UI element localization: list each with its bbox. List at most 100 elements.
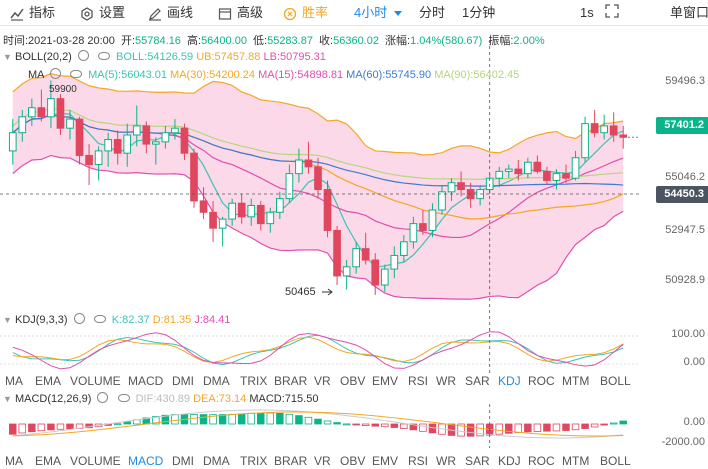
indicator-tab-ema[interactable]: EMA xyxy=(35,374,61,388)
indicator-tab-rsi[interactable]: RSI xyxy=(408,374,428,388)
settings-button[interactable]: 设置 xyxy=(80,4,125,22)
ma5-value: MA(5):56043.01 xyxy=(88,69,167,81)
indicator-tab-brar[interactable]: BRAR xyxy=(274,374,307,388)
candle-body xyxy=(409,223,418,243)
indicator-tab-vr[interactable]: VR xyxy=(314,374,331,388)
indicator-tab-dma[interactable]: DMA xyxy=(203,454,230,468)
indicators-button[interactable]: 指标 xyxy=(10,4,55,22)
candle-body xyxy=(371,259,380,286)
kdj-k: K:82.37 xyxy=(111,314,150,326)
advanced-button[interactable]: 高级 xyxy=(218,4,263,22)
indicator-tab-obv[interactable]: OBV xyxy=(340,374,365,388)
candle-body xyxy=(85,154,93,166)
indicator-tab-emv[interactable]: EMV xyxy=(372,454,398,468)
indicator-tab-rsi[interactable]: RSI xyxy=(408,454,428,468)
candle-body xyxy=(419,223,427,231)
ma-settings-icon[interactable] xyxy=(49,68,61,79)
indicator-tab-sar[interactable]: SAR xyxy=(465,454,490,468)
collapse-icon[interactable]: ▼ xyxy=(3,315,12,325)
indicator-tab-roc[interactable]: ROC xyxy=(528,454,555,468)
indicator-tab-trix[interactable]: TRIX xyxy=(240,454,267,468)
candle-body xyxy=(104,139,112,152)
indicator-tab-ma[interactable]: MA xyxy=(5,374,23,388)
indicators-label: 指标 xyxy=(29,5,56,20)
indicator-tab-boll[interactable]: BOLL xyxy=(600,454,631,468)
macd-histogram-bar xyxy=(228,413,236,425)
low-annotation: 50465 xyxy=(285,286,316,298)
winrate-label: 胜率 xyxy=(302,5,329,20)
indicator-tab-macd[interactable]: MACD xyxy=(128,374,163,388)
kdj-settings-icon[interactable] xyxy=(73,313,85,324)
indicator-tab-ma[interactable]: MA xyxy=(5,454,23,468)
boll-name: BOLL(20,2) xyxy=(14,51,72,63)
indicator-tab-roc[interactable]: ROC xyxy=(528,374,555,388)
macd-chart[interactable] xyxy=(0,404,708,448)
macd-histogram-bar xyxy=(247,412,255,425)
candle-body xyxy=(295,159,303,175)
candle-body xyxy=(457,182,465,191)
winrate-icon xyxy=(283,7,297,20)
expand-icon[interactable] xyxy=(605,4,619,22)
candle-body xyxy=(180,127,189,154)
indicator-tab-brar[interactable]: BRAR xyxy=(274,454,307,468)
indicator-tab-volume[interactable]: VOLUME xyxy=(70,454,121,468)
indicator-tab-emv[interactable]: EMV xyxy=(372,374,398,388)
indicator-tab-macd[interactable]: MACD xyxy=(128,454,163,468)
indicator-tab-kdj[interactable]: KDJ xyxy=(498,454,521,468)
candle-body xyxy=(533,161,542,172)
candle-body xyxy=(199,200,208,213)
indicator-tab-vr[interactable]: VR xyxy=(314,454,331,468)
candle-body xyxy=(56,98,65,129)
macd-visibility-icon[interactable] xyxy=(117,394,130,402)
indicator-tab-dma[interactable]: DMA xyxy=(203,374,230,388)
draw-button[interactable]: 画线 xyxy=(148,4,193,22)
macd-settings-icon[interactable] xyxy=(97,392,109,403)
indicator-tab-kdj[interactable]: KDJ xyxy=(498,374,521,388)
indicator-tab-sar[interactable]: SAR xyxy=(465,374,490,388)
indicator-tab-ema[interactable]: EMA xyxy=(35,454,61,468)
kdj-visibility-icon[interactable] xyxy=(93,315,106,323)
indicator-tab-wr[interactable]: WR xyxy=(436,454,456,468)
candle-body xyxy=(514,168,523,175)
candle-body xyxy=(66,118,74,129)
candle-body xyxy=(552,173,561,181)
indicator-tab-wr[interactable]: WR xyxy=(436,374,456,388)
winrate-button[interactable]: 胜率 xyxy=(283,4,328,22)
macd-histogram-bar xyxy=(276,412,284,425)
candle-body xyxy=(352,248,360,268)
indicator-tab-obv[interactable]: OBV xyxy=(340,454,365,468)
indicator-tab-volume[interactable]: VOLUME xyxy=(70,374,121,388)
indicator-tab-trix[interactable]: TRIX xyxy=(240,374,267,388)
kdj-chart[interactable] xyxy=(0,328,708,374)
macd-histogram-bar xyxy=(533,423,542,432)
candle-body xyxy=(571,157,580,179)
boll-visibility-icon[interactable] xyxy=(97,52,110,60)
indicator-tabs-2: MA EMA VOLUME MACD DMI DMA TRIX BRAR VR OBV EMV RSI… xyxy=(0,452,640,469)
collapse-icon[interactable]: ▼ xyxy=(3,52,12,62)
candle-body xyxy=(333,229,341,277)
draw-label: 画线 xyxy=(167,5,194,20)
one-second-button[interactable]: 1s xyxy=(580,4,594,22)
indicator-tab-dmi[interactable]: DMI xyxy=(172,454,194,468)
indicator-tab-mtm[interactable]: MTM xyxy=(562,374,589,388)
interval-dropdown[interactable]: 4小时 xyxy=(354,4,402,22)
ma-visibility-icon[interactable] xyxy=(70,70,83,78)
candle-body xyxy=(209,211,217,229)
candle-body xyxy=(132,125,141,136)
macd-histogram-bar xyxy=(199,414,208,425)
kdj-axis-label: 0.00 xyxy=(683,356,705,368)
minute-line-button[interactable]: 分时 xyxy=(419,4,445,22)
single-window-button[interactable]: 单窗口 xyxy=(670,4,708,22)
indicator-tabs: MA EMA VOLUME MACD DMI DMA TRIX BRAR VR OBV EMV RSI… xyxy=(0,372,640,390)
boll-settings-icon[interactable] xyxy=(77,50,89,61)
indicator-tab-dmi[interactable]: DMI xyxy=(172,374,194,388)
candle-body xyxy=(600,125,608,134)
indicator-tab-boll[interactable]: BOLL xyxy=(600,374,631,388)
candle-body xyxy=(390,254,399,270)
one-minute-button[interactable]: 1分钟 xyxy=(462,4,495,22)
collapse-icon[interactable]: ▼ xyxy=(3,394,12,404)
candlestick-chart[interactable] xyxy=(0,40,708,340)
candle-body xyxy=(28,107,36,118)
indicator-tab-mtm[interactable]: MTM xyxy=(562,454,589,468)
chart-toolbar: 指标 设置 画线 高级 胜率 4小时 分时 1分钟 1s 单窗口 xyxy=(0,0,708,26)
